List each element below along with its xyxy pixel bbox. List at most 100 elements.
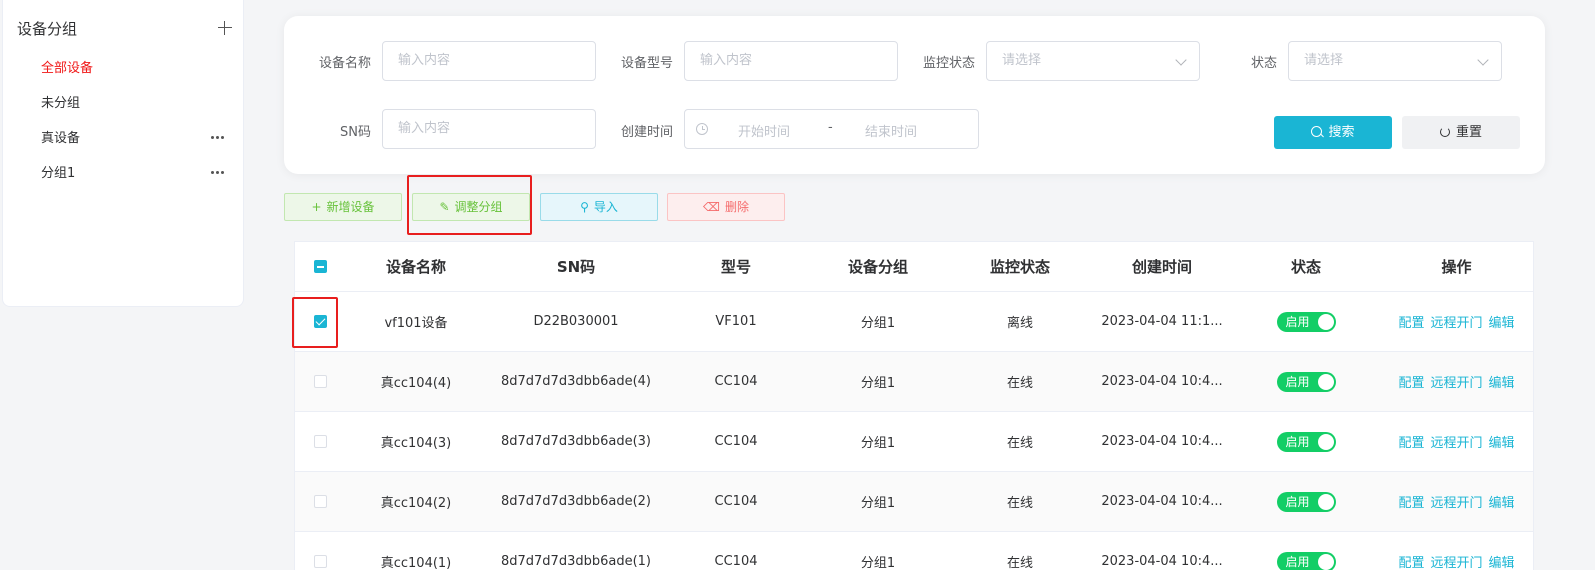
add-device-button[interactable]: + 新增设备: [284, 193, 402, 221]
cell-group: 分组1: [860, 496, 896, 511]
group-item-ungrouped[interactable]: 未分组: [41, 92, 231, 114]
row-checkbox[interactable]: [313, 495, 327, 508]
row-checkbox-cell: [295, 532, 345, 570]
cell-status: 启用: [1233, 292, 1379, 351]
device-name-input[interactable]: 输入内容: [382, 41, 596, 81]
configure-link[interactable]: 配置: [1398, 432, 1424, 451]
import-button[interactable]: ⚲ 导入: [540, 193, 658, 221]
cell-model: VF101: [715, 314, 757, 329]
status-placeholder: 请选择: [1304, 53, 1344, 68]
device-name-placeholder: 输入内容: [398, 53, 451, 68]
configure-link[interactable]: 配置: [1398, 552, 1424, 570]
end-time-input[interactable]: 结束时间: [865, 121, 917, 140]
table-row[interactable]: 真cc104(1) 8d7d7d7d3dbb6ade(1) CC104 分组1 在线 20…: [295, 532, 1533, 570]
status-toggle[interactable]: 启用: [1276, 311, 1336, 332]
cell-sn: 8d7d7d7d3dbb6ade(4): [500, 374, 652, 389]
search-button[interactable]: 搜索: [1274, 116, 1392, 149]
group-item-group1[interactable]: 分组1: [41, 162, 231, 184]
status-select[interactable]: 请选择: [1288, 41, 1502, 81]
row-checkbox[interactable]: [313, 435, 327, 448]
status-toggle[interactable]: 启用: [1276, 431, 1336, 452]
cell-created-time: 2023-04-04 10:4...: [1101, 374, 1223, 389]
more-options-icon[interactable]: [211, 171, 225, 175]
cell-status: 启用: [1233, 472, 1379, 531]
created-time-range-picker[interactable]: 开始时间 - 结束时间: [684, 109, 979, 149]
start-time-input[interactable]: 开始时间: [738, 121, 790, 140]
group-item-label: 未分组: [41, 96, 81, 111]
col-header-model[interactable]: 型号: [665, 242, 807, 291]
cell-device-name: 真cc104(1): [380, 556, 452, 570]
cell-sn: D22B030001: [533, 314, 619, 329]
clock-icon: [696, 123, 708, 135]
add-group-plus-icon[interactable]: [217, 20, 233, 36]
cell-created-time: 2023-04-04 10:4...: [1101, 494, 1223, 509]
status-toggle[interactable]: 启用: [1276, 371, 1336, 392]
cell-device-name: 真cc104(3): [380, 436, 452, 451]
row-checkbox[interactable]: [313, 375, 327, 388]
configure-link[interactable]: 配置: [1398, 312, 1424, 331]
delete-label: 删除: [724, 200, 749, 214]
cell-group: 分组1: [860, 316, 896, 331]
device-group-sidebar: 设备分组 全部设备 未分组 真设备 分组1: [2, 0, 244, 307]
group-item-label: 真设备: [41, 131, 81, 146]
row-checkbox[interactable]: [313, 555, 327, 568]
status-toggle[interactable]: 启用: [1276, 551, 1336, 570]
select-all-checkbox[interactable]: [313, 260, 327, 273]
delete-button[interactable]: ⌫ 删除: [667, 193, 785, 221]
device-model-input[interactable]: 输入内容: [684, 41, 898, 81]
cell-monitor-status: 在线: [1006, 496, 1033, 511]
edit-link[interactable]: 编辑: [1489, 552, 1515, 570]
sn-input[interactable]: 输入内容: [382, 109, 596, 149]
group-item-real-devices[interactable]: 真设备: [41, 127, 231, 149]
group-item-all-devices[interactable]: 全部设备: [41, 57, 231, 79]
table-row[interactable]: 真cc104(2) 8d7d7d7d3dbb6ade(2) CC104 分组1 在线 20…: [295, 472, 1533, 532]
cell-device-name: 真cc104(4): [380, 376, 452, 391]
more-options-icon[interactable]: [211, 136, 225, 140]
col-header-status[interactable]: 状态: [1233, 242, 1379, 291]
remote-open-door-link[interactable]: 远程开门: [1430, 312, 1482, 331]
cell-monitor-status: 离线: [1006, 316, 1033, 331]
cell-model: CC104: [714, 374, 758, 389]
row-checkbox-cell: [295, 472, 345, 531]
sn-placeholder: 输入内容: [398, 121, 451, 136]
col-header-monitor-status[interactable]: 监控状态: [949, 242, 1091, 291]
table-row[interactable]: 真cc104(3) 8d7d7d7d3dbb6ade(3) CC104 分组1 在线 20…: [295, 412, 1533, 472]
edit-link[interactable]: 编辑: [1489, 432, 1515, 451]
col-header-created-time[interactable]: 创建时间: [1091, 242, 1233, 291]
cell-actions: 配置 远程开门 编辑: [1379, 472, 1533, 531]
remote-open-door-link[interactable]: 远程开门: [1430, 432, 1482, 451]
sidebar-header: 设备分组: [17, 18, 233, 40]
table-row[interactable]: 真cc104(4) 8d7d7d7d3dbb6ade(4) CC104 分组1 在线 20…: [295, 352, 1533, 412]
cell-created-time: 2023-04-04 10:4...: [1101, 554, 1223, 569]
adjust-group-button[interactable]: ✎ 调整分组: [412, 193, 530, 221]
cell-monitor-status: 在线: [1006, 556, 1033, 570]
cell-created-time: 2023-04-04 10:4...: [1101, 434, 1223, 449]
col-header-device-name[interactable]: 设备名称: [345, 242, 487, 291]
edit-link[interactable]: 编辑: [1489, 492, 1515, 511]
filter-panel: 设备名称 输入内容 设备型号 输入内容 监控状态 请选择 状态 请选择 SN码 …: [284, 16, 1545, 174]
cell-group: 分组1: [860, 556, 896, 570]
remote-open-door-link[interactable]: 远程开门: [1430, 372, 1482, 391]
cell-sn: 8d7d7d7d3dbb6ade(2): [500, 494, 652, 509]
edit-link[interactable]: 编辑: [1489, 372, 1515, 391]
device-model-placeholder: 输入内容: [700, 53, 753, 68]
reset-button-label: 重置: [1455, 125, 1482, 140]
cell-status: 启用: [1233, 412, 1379, 471]
cell-group: 分组1: [860, 376, 896, 391]
reset-button[interactable]: 重置: [1402, 116, 1520, 149]
cell-sn: 8d7d7d7d3dbb6ade(1): [500, 554, 652, 569]
monitor-status-label: 监控状态: [922, 56, 975, 71]
plus-icon: +: [311, 200, 322, 214]
edit-link[interactable]: 编辑: [1489, 312, 1515, 331]
row-checkbox[interactable]: [313, 315, 327, 328]
table-row[interactable]: vf101设备 D22B030001 VF101 分组1 离线 2023-04-04 11…: [295, 292, 1533, 352]
monitor-status-select[interactable]: 请选择: [986, 41, 1200, 81]
refresh-icon: [1439, 127, 1450, 137]
col-header-sn[interactable]: SN码: [487, 242, 665, 291]
remote-open-door-link[interactable]: 远程开门: [1430, 492, 1482, 511]
configure-link[interactable]: 配置: [1398, 492, 1424, 511]
col-header-group[interactable]: 设备分组: [807, 242, 949, 291]
configure-link[interactable]: 配置: [1398, 372, 1424, 391]
status-toggle[interactable]: 启用: [1276, 491, 1336, 512]
remote-open-door-link[interactable]: 远程开门: [1430, 552, 1482, 570]
